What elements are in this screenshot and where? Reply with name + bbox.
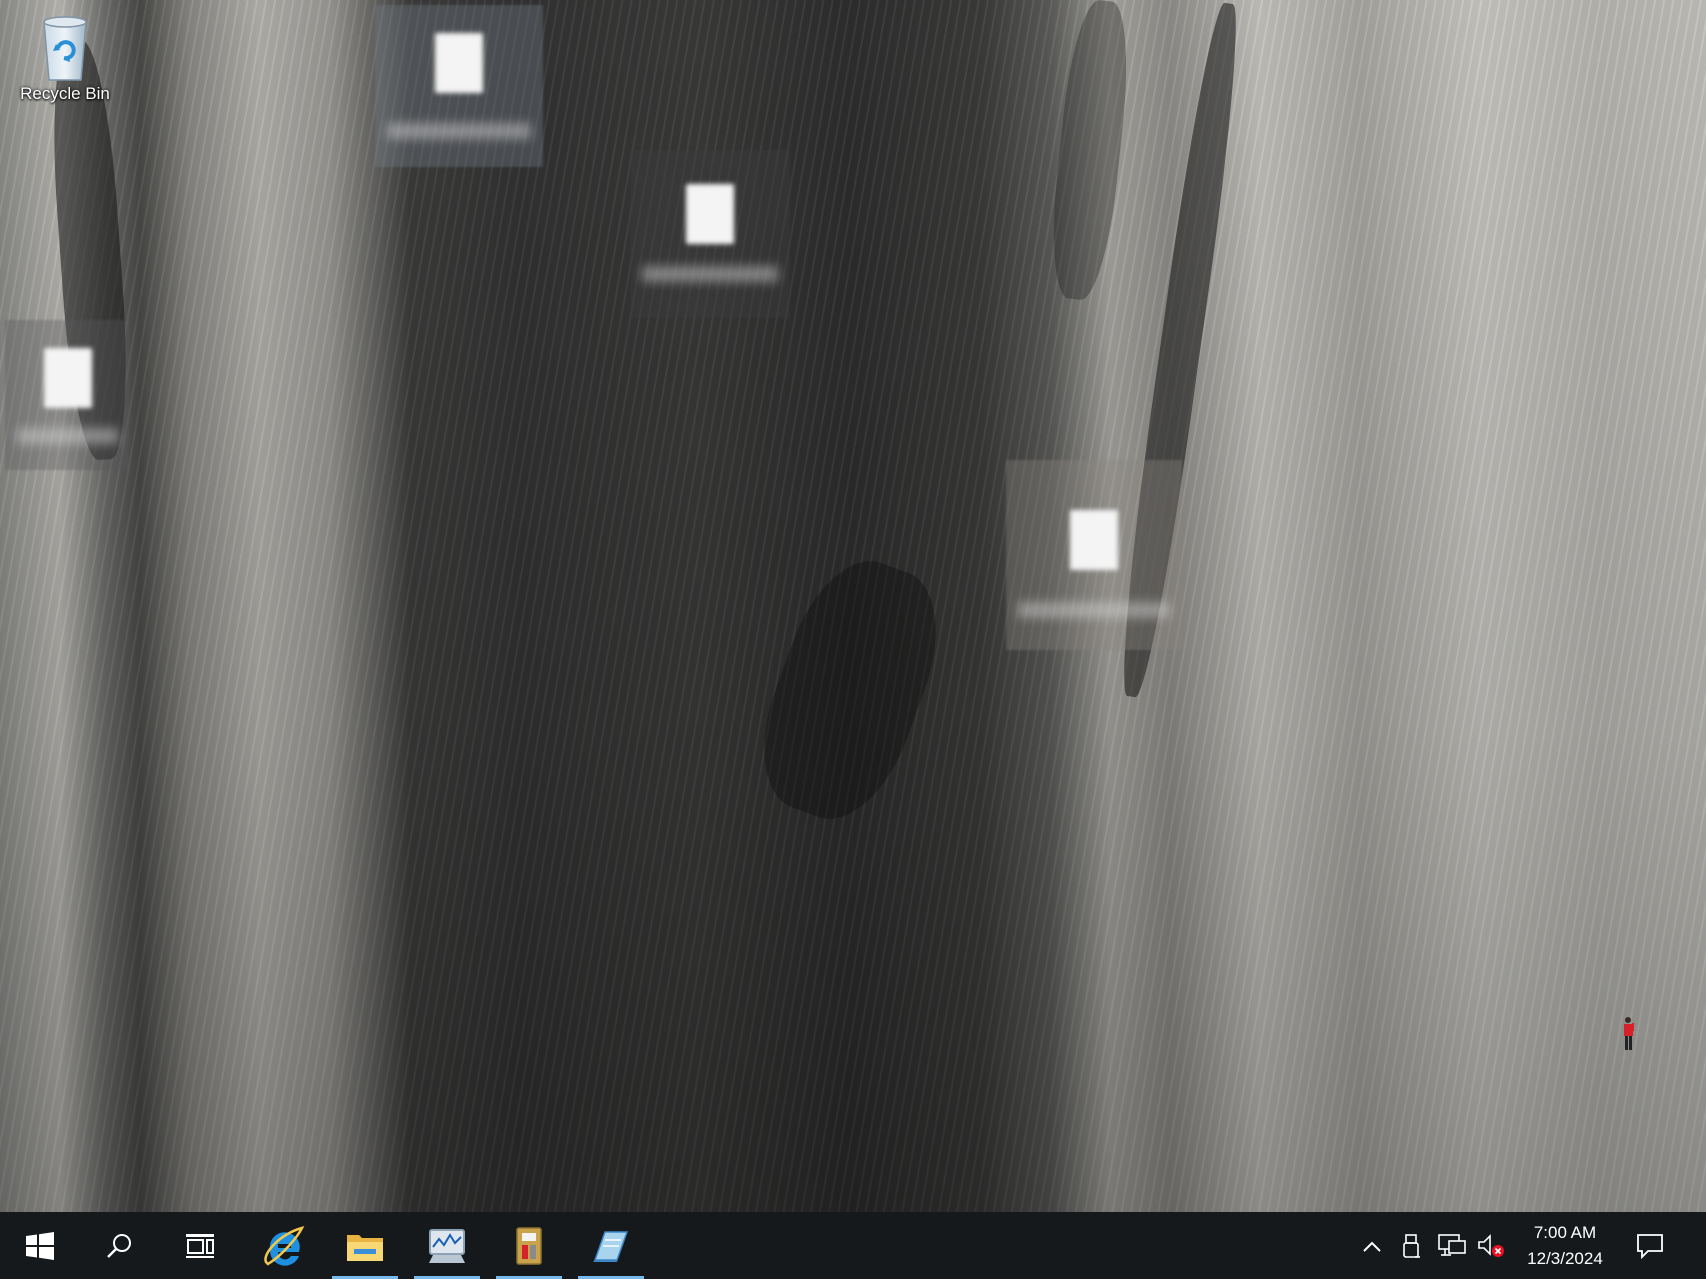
desktop-background[interactable]: Recycle Bin [0,0,1706,1212]
file-icon [435,33,483,93]
internet-explorer-icon [264,1225,305,1266]
volume-muted-icon [1478,1233,1504,1257]
blurred-desktop-file[interactable] [1006,460,1182,650]
file-icon [686,184,734,244]
file-icon [43,348,92,408]
network-icon [1438,1233,1466,1256]
taskbar-clock[interactable]: 7:00 AM 12/3/2024 [1510,1212,1620,1279]
taskbar-app[interactable] [496,1212,562,1279]
blurred-file-label [1018,602,1170,618]
tray-usb-button[interactable] [1394,1212,1428,1279]
show-hidden-icons-button[interactable] [1355,1212,1389,1279]
file-explorer-icon [347,1234,383,1261]
performance-monitor-icon [429,1228,465,1263]
taskbar-internet-explorer[interactable] [246,1212,322,1279]
tray-network-button[interactable] [1433,1212,1471,1279]
task-view-button[interactable] [160,1212,240,1279]
notepad-icon [593,1230,629,1262]
taskbar-notepad[interactable] [578,1212,644,1279]
search-button[interactable] [80,1212,160,1279]
chevron-up-icon [1363,1241,1381,1252]
start-button[interactable] [0,1212,80,1279]
action-center-icon [1637,1233,1663,1259]
task-view-icon [186,1233,214,1258]
clock-time: 7:00 AM [1533,1222,1597,1242]
taskbar-performance-monitor[interactable] [414,1212,480,1279]
tray-volume-button[interactable] [1474,1212,1508,1279]
usb-drive-icon [1403,1233,1420,1258]
clock-date: 12/3/2024 [1527,1248,1603,1268]
windows-start-icon [26,1231,54,1260]
file-icon [1070,510,1118,570]
blurred-file-label [387,123,531,139]
search-icon [107,1233,131,1258]
app-icon [516,1226,542,1265]
recycle-bin-shortcut[interactable]: Recycle Bin [5,12,125,104]
blurred-desktop-file[interactable] [630,150,790,318]
action-center-button[interactable] [1620,1212,1680,1279]
taskbar-file-explorer[interactable] [332,1212,398,1279]
blurred-file-label [17,428,118,444]
blurred-desktop-file[interactable] [5,320,130,470]
climber-figure [1624,1017,1634,1050]
blurred-desktop-file[interactable] [375,5,543,167]
recycle-bin-icon [43,16,87,81]
blurred-file-label [642,266,778,282]
recycle-bin-label: Recycle Bin [20,84,110,103]
taskbar [0,1212,1706,1279]
